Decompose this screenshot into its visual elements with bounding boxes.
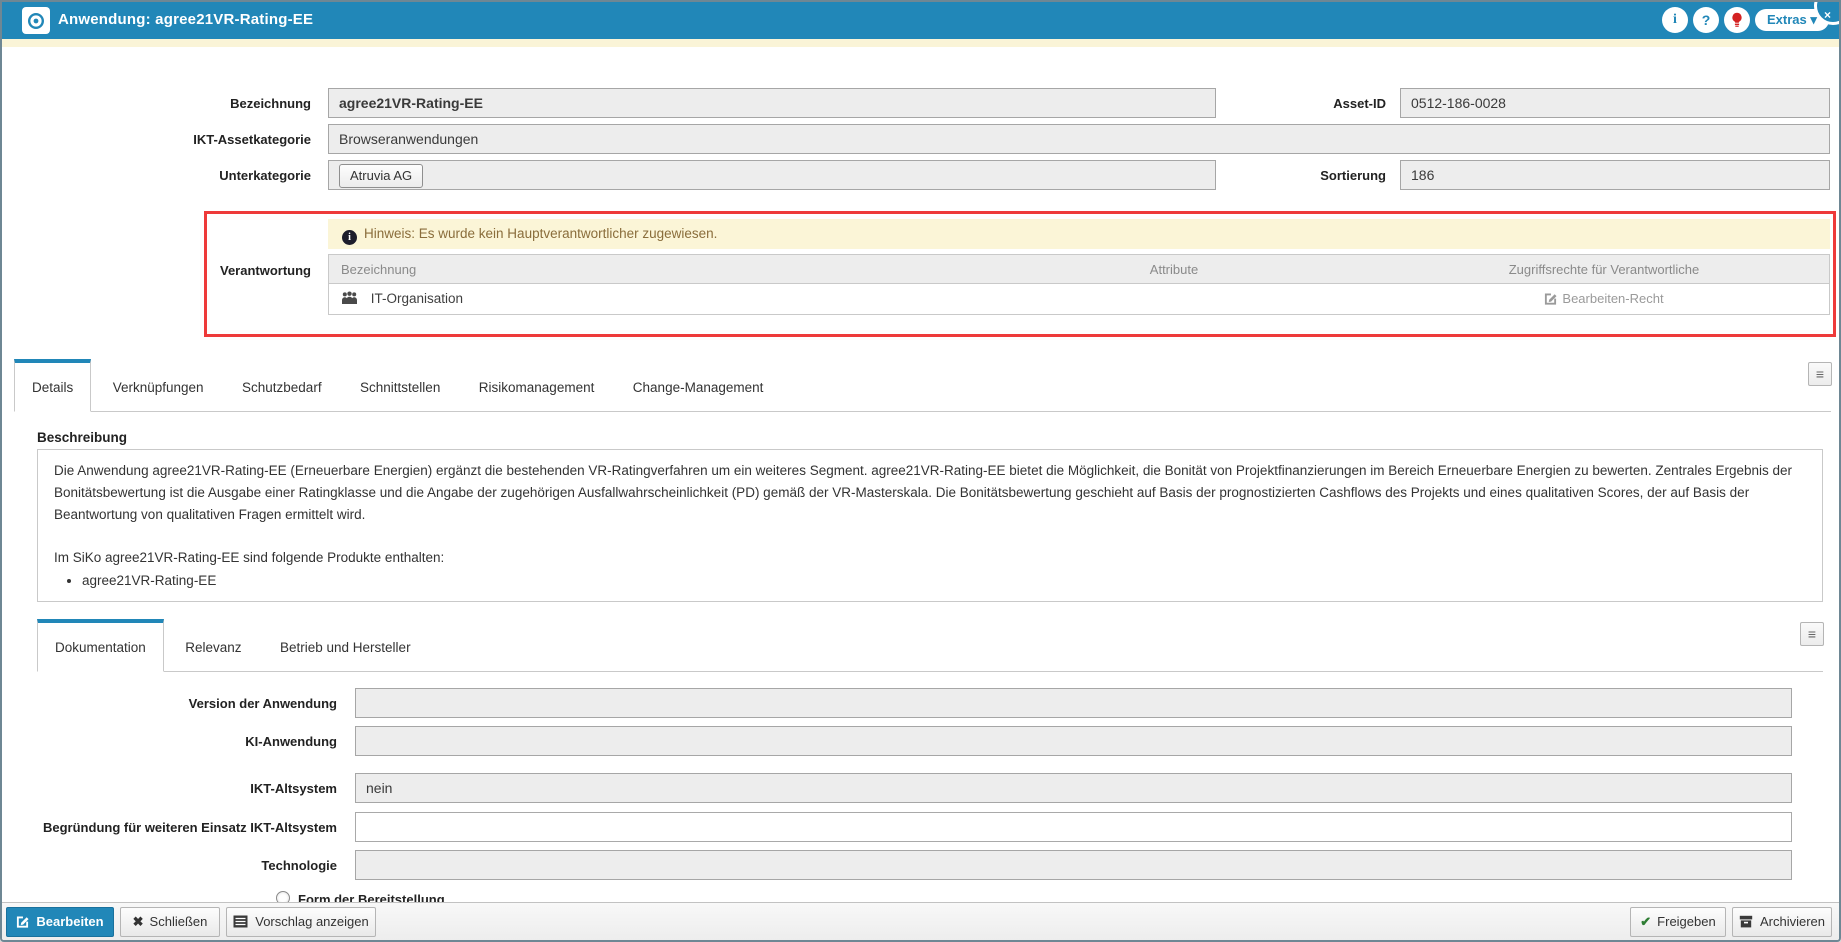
unterkategorie-input[interactable]: Atruvia AG xyxy=(328,160,1216,190)
sortierung-label: Sortierung xyxy=(1232,168,1386,183)
description-bullet: agree21VR-Rating-EE xyxy=(82,570,1806,592)
extras-label: Extras xyxy=(1767,12,1807,27)
application-window: Anwendung: agree21VR-Rating-EE i ? Extra… xyxy=(0,0,1841,942)
page-title: Anwendung: agree21VR-Rating-EE xyxy=(58,11,313,28)
vorschlag-anzeigen-button[interactable]: Vorschlag anzeigen xyxy=(226,907,376,937)
archive-box-icon xyxy=(1739,915,1753,928)
verantwortung-label: Verantwortung xyxy=(62,263,311,278)
tab-dokumentation[interactable]: Dokumentation xyxy=(37,619,164,672)
unterkategorie-chip[interactable]: Atruvia AG xyxy=(339,164,423,188)
help-button[interactable]: ? xyxy=(1693,7,1719,33)
description-paragraph: Die Anwendung agree21VR-Rating-EE (Erneu… xyxy=(54,460,1806,526)
edit-square-icon xyxy=(1544,292,1557,305)
freigeben-label: Freigeben xyxy=(1657,914,1716,929)
ikt-assetkategorie-label: IKT-Assetkategorie xyxy=(62,132,311,147)
check-icon: ✔ xyxy=(1640,914,1651,929)
beschreibung-textarea[interactable]: Die Anwendung agree21VR-Rating-EE (Erneu… xyxy=(37,449,1823,602)
tab-betrieb-und-hersteller[interactable]: Betrieb und Hersteller xyxy=(263,619,428,671)
tab-schnittstellen[interactable]: Schnittstellen xyxy=(343,359,457,411)
technologie-label: Technologie xyxy=(42,858,337,873)
warning-text: Hinweis: Es wurde kein Hauptverantwortli… xyxy=(364,226,717,241)
freigeben-button[interactable]: ✔ Freigeben xyxy=(1630,907,1726,937)
warning-banner: i Hinweis: Es wurde kein Hauptverantwortl… xyxy=(328,219,1830,249)
list-menu-icon: ≡ xyxy=(1808,626,1816,642)
ki-anwendung-label: KI-Anwendung xyxy=(42,734,337,749)
begruendung-label: Begründung für weiteren Einsatz IKT-Alts… xyxy=(42,820,337,835)
technologie-input[interactable] xyxy=(355,850,1792,880)
main-tab-bar: Details Verknüpfungen Schutzbedarf Schni… xyxy=(14,359,1831,412)
target-icon xyxy=(27,12,45,30)
info-button[interactable]: i xyxy=(1662,7,1688,33)
info-icon: i xyxy=(1673,12,1677,27)
footer-toolbar: Bearbeiten ✖ Schließen Vorschlag anzeigen… xyxy=(2,902,1839,940)
close-icon: × xyxy=(1824,8,1831,22)
edit-rights-label: Bearbeiten-Recht xyxy=(1562,291,1663,306)
list-menu-icon: ≡ xyxy=(1816,366,1824,382)
organization-people-icon xyxy=(341,291,358,305)
lightbulb-icon xyxy=(1731,12,1743,28)
bearbeiten-button[interactable]: Bearbeiten xyxy=(6,907,114,937)
unterkategorie-label: Unterkategorie xyxy=(62,168,311,183)
responsible-attributes xyxy=(969,284,1379,314)
x-icon: ✖ xyxy=(133,914,144,929)
asset-id-label: Asset-ID xyxy=(1232,96,1386,111)
header-accent-strip xyxy=(2,39,1839,47)
header-bezeichnung: Bezeichnung xyxy=(329,255,969,283)
top-bar: Anwendung: agree21VR-Rating-EE i ? Extra… xyxy=(2,2,1839,39)
vorschlag-label: Vorschlag anzeigen xyxy=(255,914,368,929)
schliessen-button[interactable]: ✖ Schließen xyxy=(120,907,220,937)
header-attribute: Attribute xyxy=(969,255,1379,283)
version-input[interactable] xyxy=(355,688,1792,718)
archivieren-label: Archivieren xyxy=(1760,914,1825,929)
responsibility-table: Bezeichnung Attribute Zugriffsrechte für… xyxy=(328,254,1830,315)
info-circle-icon: i xyxy=(342,230,357,245)
list-icon xyxy=(233,915,248,928)
sub-panel-menu-button[interactable]: ≡ xyxy=(1800,622,1824,646)
idea-button[interactable] xyxy=(1724,7,1750,33)
description-paragraph: Im SiKo agree21VR-Rating-EE sind folgend… xyxy=(54,547,1806,569)
schliessen-label: Schließen xyxy=(150,914,208,929)
ki-anwendung-input[interactable] xyxy=(355,726,1792,756)
tab-details[interactable]: Details xyxy=(14,359,91,412)
ikt-assetkategorie-input[interactable]: Browseranwendungen xyxy=(328,124,1830,154)
ikt-altsystem-label: IKT-Altsystem xyxy=(42,781,337,796)
edit-pencil-icon xyxy=(16,915,29,928)
archivieren-button[interactable]: Archivieren xyxy=(1732,907,1832,937)
bezeichnung-input[interactable]: agree21VR-Rating-EE xyxy=(328,88,1216,118)
edit-rights-link[interactable]: Bearbeiten-Recht xyxy=(1544,291,1663,306)
sortierung-input[interactable]: 186 xyxy=(1400,160,1830,190)
tab-change-management[interactable]: Change-Management xyxy=(616,359,781,411)
table-row[interactable]: IT-Organisation Bearbeiten-Recht xyxy=(329,284,1829,314)
question-icon: ? xyxy=(1702,12,1711,28)
tab-verknuepfungen[interactable]: Verknüpfungen xyxy=(96,359,221,411)
sub-tab-bar: Dokumentation Relevanz Betrieb und Herst… xyxy=(37,619,1823,672)
bearbeiten-label: Bearbeiten xyxy=(36,914,103,929)
header-zugriffsrechte: Zugriffsrechte für Verantwortliche xyxy=(1379,255,1829,283)
tab-schutzbedarf[interactable]: Schutzbedarf xyxy=(225,359,339,411)
main-panel-menu-button[interactable]: ≡ xyxy=(1808,362,1832,386)
tab-relevanz[interactable]: Relevanz xyxy=(168,619,258,671)
app-logo xyxy=(22,7,50,34)
responsibility-table-header: Bezeichnung Attribute Zugriffsrechte für… xyxy=(329,255,1829,284)
beschreibung-heading: Beschreibung xyxy=(37,430,127,445)
responsible-name: IT-Organisation xyxy=(371,291,463,306)
begruendung-input[interactable] xyxy=(355,812,1792,842)
ikt-altsystem-input[interactable]: nein xyxy=(355,773,1792,803)
bezeichnung-label: Bezeichnung xyxy=(62,96,311,111)
tab-risikomanagement[interactable]: Risikomanagement xyxy=(462,359,612,411)
asset-id-input[interactable]: 0512-186-0028 xyxy=(1400,88,1830,118)
version-label: Version der Anwendung xyxy=(42,696,337,711)
